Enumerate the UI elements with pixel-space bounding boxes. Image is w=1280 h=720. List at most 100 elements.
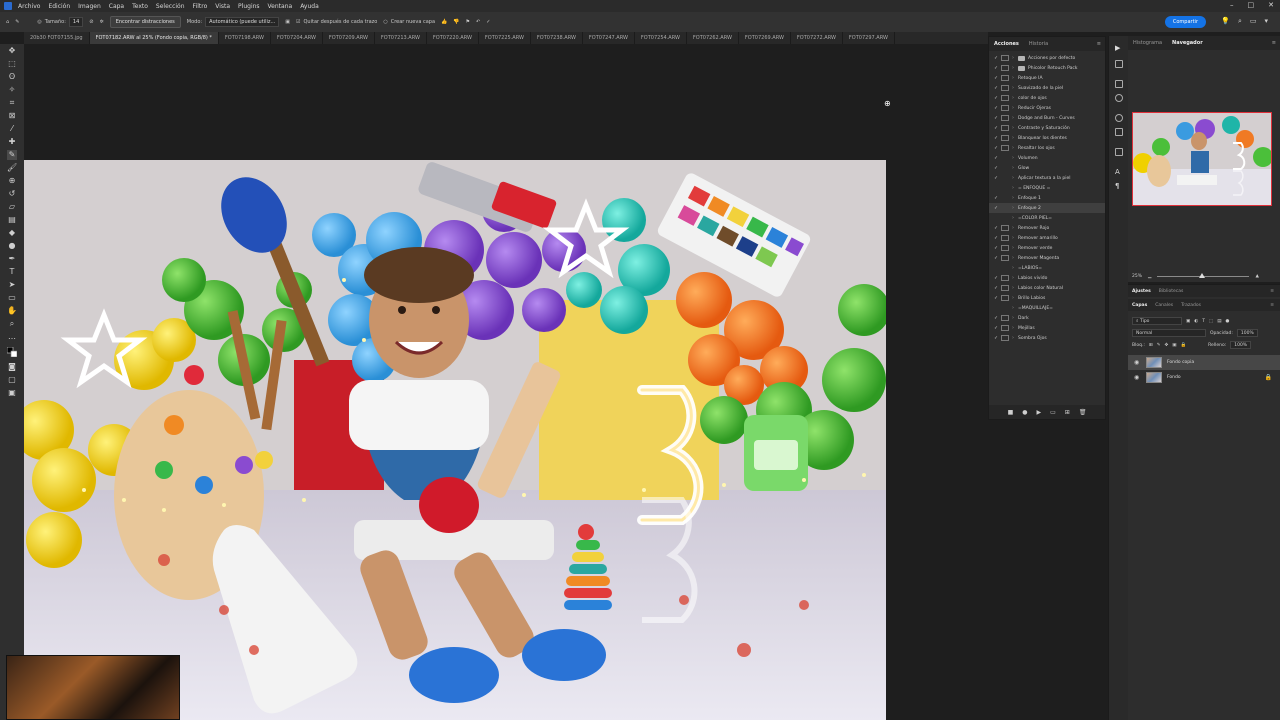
delete-icon[interactable]: 🗑 bbox=[1079, 409, 1087, 416]
layers-menu-icon[interactable]: ≡ bbox=[1266, 303, 1278, 308]
tab-ajustes[interactable]: Ajustes bbox=[1128, 289, 1155, 294]
dialog-toggle-icon[interactable] bbox=[1001, 335, 1009, 341]
artboard-icon[interactable]: ▣ bbox=[7, 388, 17, 398]
menu-texto[interactable]: Texto bbox=[132, 3, 148, 10]
lightbulb-icon[interactable]: 💡 bbox=[1221, 17, 1230, 26]
zoom-value[interactable]: 25% bbox=[1132, 274, 1142, 279]
dialog-toggle-icon[interactable] bbox=[1001, 315, 1009, 321]
filter-type-icon[interactable]: T bbox=[1202, 319, 1205, 324]
find-distractions-button[interactable]: Encontrar distracciones bbox=[109, 16, 181, 28]
navigator-menu-icon[interactable]: ≡ bbox=[1272, 40, 1276, 46]
dialog-toggle-icon[interactable] bbox=[1001, 145, 1009, 151]
zoom-slider-knob[interactable] bbox=[1199, 272, 1206, 278]
lock-all-icon[interactable]: 🔒 bbox=[1181, 343, 1187, 348]
menu-ventana[interactable]: Ventana bbox=[268, 3, 293, 10]
tab-document[interactable]: FOT07262.ARW bbox=[687, 32, 739, 44]
action-row[interactable]: ✓ › Brillo Labios bbox=[989, 293, 1105, 303]
action-row[interactable]: › = ENFOQUE = bbox=[989, 183, 1105, 193]
tab-trazados[interactable]: Trazados bbox=[1177, 303, 1205, 308]
action-toggle-check-icon[interactable]: ✓ bbox=[992, 156, 1000, 161]
share-button[interactable]: Compartir bbox=[1164, 16, 1206, 28]
pressure-button[interactable]: ⊘ bbox=[89, 19, 93, 25]
tab-histograma[interactable]: Histograma bbox=[1128, 40, 1167, 46]
pen-tool-icon[interactable]: ✒ bbox=[7, 254, 17, 264]
filter-pixel-icon[interactable]: ▣ bbox=[1186, 319, 1190, 324]
remove-after-checkbox[interactable]: ☑ bbox=[296, 19, 300, 25]
action-row[interactable]: ✓ › Remover verde bbox=[989, 243, 1105, 253]
lock-transparent-icon[interactable]: ⊞ bbox=[1149, 343, 1153, 348]
panel-menu-icon[interactable]: ≡ bbox=[1097, 41, 1101, 47]
lasso-tool-icon[interactable]: ʘ bbox=[7, 72, 17, 82]
fill-field[interactable]: 100% bbox=[1230, 341, 1252, 349]
menu-imagen[interactable]: Imagen bbox=[78, 3, 101, 10]
type-tool-icon[interactable]: T bbox=[7, 267, 17, 277]
document-canvas-photo[interactable] bbox=[24, 160, 886, 720]
lock-position-icon[interactable]: ✥ bbox=[1164, 343, 1168, 348]
action-toggle-check-icon[interactable]: ✓ bbox=[992, 236, 1000, 241]
size-field[interactable]: 14 bbox=[68, 17, 84, 27]
dialog-toggle-icon[interactable] bbox=[1001, 285, 1009, 291]
tab-document[interactable]: FOT07220.ARW bbox=[427, 32, 479, 44]
dialog-toggle-icon[interactable] bbox=[1001, 115, 1009, 121]
crop-tool-icon[interactable]: ⌗ bbox=[7, 98, 17, 108]
close-icon[interactable]: ✕ bbox=[1268, 1, 1274, 9]
home-button[interactable]: ⌂ bbox=[6, 19, 9, 25]
action-toggle-check-icon[interactable]: ✓ bbox=[992, 326, 1000, 331]
tab-document[interactable]: FOT07204.ARW bbox=[271, 32, 323, 44]
action-toggle-check-icon[interactable]: ✓ bbox=[992, 56, 1000, 61]
remove-tool-icon[interactable]: ✎ bbox=[7, 150, 17, 160]
flag-button[interactable]: ⚑ bbox=[466, 19, 470, 25]
action-row[interactable]: ✓ › Suavizado de la piel bbox=[989, 83, 1105, 93]
action-row[interactable]: ✓ › Resaltar los ojos bbox=[989, 143, 1105, 153]
eyedropper-tool-icon[interactable]: ⁄ bbox=[7, 124, 17, 134]
navigator-thumbnail[interactable] bbox=[1132, 112, 1272, 206]
action-row[interactable]: ✓ › Dodge and Burn - Curves bbox=[989, 113, 1105, 123]
tab-document[interactable]: FOT07247.ARW bbox=[583, 32, 635, 44]
gradient-tool-icon[interactable]: ▤ bbox=[7, 215, 17, 225]
quick-select-tool-icon[interactable]: ✧ bbox=[7, 85, 17, 95]
action-toggle-check-icon[interactable]: ✓ bbox=[992, 316, 1000, 321]
tab-acciones[interactable]: Acciones bbox=[989, 41, 1024, 47]
action-toggle-check-icon[interactable]: ✓ bbox=[992, 176, 1000, 181]
dialog-toggle-icon[interactable] bbox=[1001, 105, 1009, 111]
hand-tool-icon[interactable]: ✋ bbox=[7, 306, 17, 316]
swatches-icon[interactable] bbox=[1115, 128, 1123, 136]
record-icon[interactable]: ● bbox=[1022, 409, 1027, 416]
menu-capa[interactable]: Capa bbox=[109, 3, 124, 10]
dialog-toggle-icon[interactable] bbox=[1001, 275, 1009, 281]
more-tools-icon[interactable]: … bbox=[7, 332, 17, 342]
action-row[interactable]: › =COLOR PIEL= bbox=[989, 213, 1105, 223]
menu-ayuda[interactable]: Ayuda bbox=[300, 3, 319, 10]
dialog-toggle-icon[interactable] bbox=[1001, 85, 1009, 91]
paragraph-icon[interactable]: ¶ bbox=[1115, 182, 1123, 190]
menu-vista[interactable]: Vista bbox=[215, 3, 230, 10]
search-icon[interactable]: ⌕ bbox=[1238, 17, 1242, 26]
move-tool-icon[interactable]: ✥ bbox=[7, 46, 17, 56]
zoom-in-icon[interactable]: ▲ bbox=[1255, 274, 1258, 279]
action-row[interactable]: ✓ › Remover Rojo bbox=[989, 223, 1105, 233]
tab-document[interactable]: FOT07225.ARW bbox=[479, 32, 531, 44]
dodge-tool-icon[interactable]: ● bbox=[7, 241, 17, 251]
action-toggle-check-icon[interactable]: ✓ bbox=[992, 206, 1000, 211]
action-toggle-check-icon[interactable]: ✓ bbox=[992, 336, 1000, 341]
action-toggle-check-icon[interactable]: ✓ bbox=[992, 96, 1000, 101]
action-row[interactable]: › =LABIOS= bbox=[989, 263, 1105, 273]
mode-select[interactable]: Automático (puede utiliz... bbox=[205, 17, 280, 27]
zoom-out-icon[interactable]: ▁ bbox=[1148, 274, 1151, 279]
adjust-menu-icon[interactable]: ≡ bbox=[1266, 289, 1278, 294]
shape-tool-icon[interactable]: ▭ bbox=[7, 293, 17, 303]
menu-archivo[interactable]: Archivo bbox=[18, 3, 40, 10]
info-icon[interactable] bbox=[1115, 94, 1123, 102]
dialog-toggle-icon[interactable] bbox=[1001, 245, 1009, 251]
action-toggle-check-icon[interactable]: ✓ bbox=[992, 76, 1000, 81]
action-toggle-check-icon[interactable]: ✓ bbox=[992, 286, 1000, 291]
visibility-eye-icon[interactable]: ◉ bbox=[1134, 374, 1141, 381]
thumbs-down-button[interactable]: 👎 bbox=[453, 19, 459, 25]
clone-stamp-tool-icon[interactable]: ⊕ bbox=[7, 176, 17, 186]
action-row[interactable]: ✓ › Labios color Natural bbox=[989, 283, 1105, 293]
action-row[interactable]: ✓ › Contraste y Saturación bbox=[989, 123, 1105, 133]
sample-all-button[interactable]: ▣ bbox=[285, 19, 290, 25]
action-row[interactable]: ✓ › Retoque IA bbox=[989, 73, 1105, 83]
play-icon[interactable]: ▶ bbox=[1036, 409, 1041, 416]
action-toggle-check-icon[interactable]: ✓ bbox=[992, 276, 1000, 281]
